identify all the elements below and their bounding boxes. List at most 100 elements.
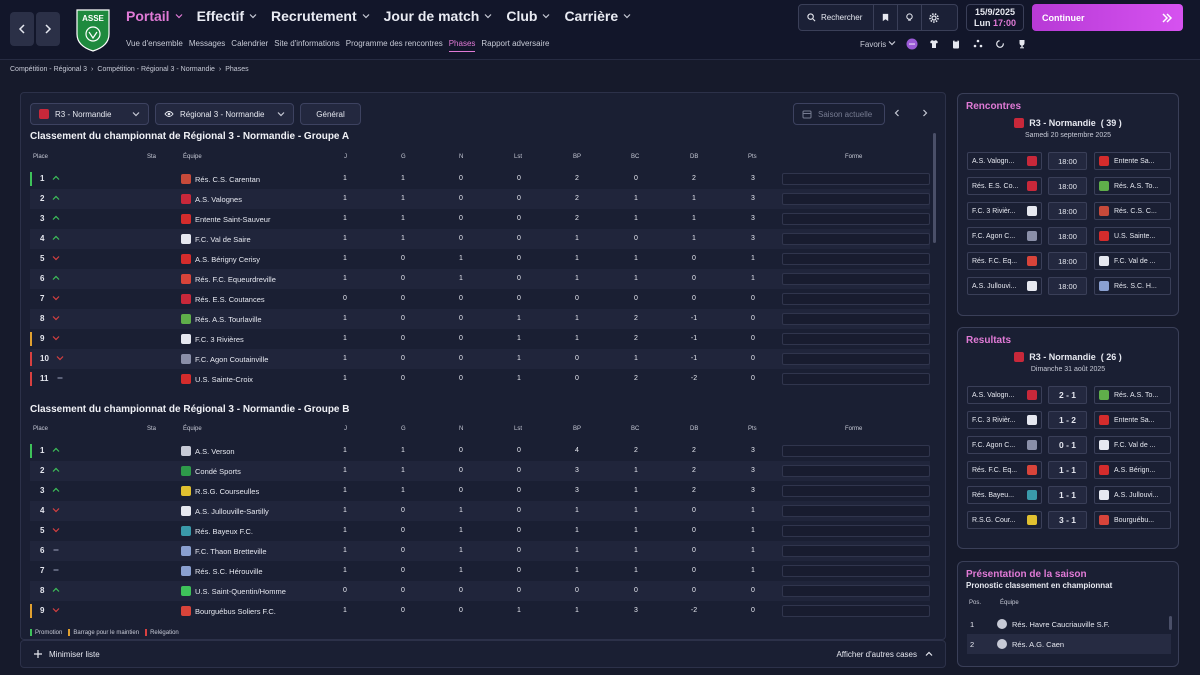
table-row[interactable]: 9 Bourguébus Soliers F.C. 1 0 0 1 1 3 -2 0 bbox=[30, 601, 930, 621]
away-team[interactable]: Rés. A.S. To... bbox=[1094, 177, 1171, 195]
table-row[interactable]: 10 F.C. Agon Coutainville 1 0 0 1 0 1 -1 0 bbox=[30, 349, 930, 369]
forward-button[interactable] bbox=[36, 12, 60, 46]
table-row[interactable]: 3 Entente Saint-Sauveur 1 1 0 0 2 1 1 3 bbox=[30, 209, 930, 229]
presentation-title[interactable]: Présentation de la saison bbox=[966, 569, 1087, 580]
team-name[interactable]: U.S. Sainte-Croix bbox=[195, 375, 253, 384]
team-name[interactable]: Rés. F.C. Equeurdreville bbox=[195, 275, 276, 284]
col-lst[interactable]: Lst bbox=[514, 426, 522, 432]
rencontres-title[interactable]: Rencontres bbox=[966, 101, 1021, 112]
nav-recrutement[interactable]: Recrutement bbox=[271, 8, 370, 24]
match-row[interactable]: R.S.G. Cour... 3 - 1 Bourguébu... bbox=[967, 511, 1171, 529]
match-row[interactable]: F.C. Agon C... 0 - 1 F.C. Val de ... bbox=[967, 436, 1171, 454]
col-lst[interactable]: Lst bbox=[514, 154, 522, 160]
team-name[interactable]: F.C. Thaon Bretteville bbox=[195, 547, 267, 556]
subnav-calendrier[interactable]: Calendrier bbox=[231, 39, 268, 52]
away-team[interactable]: Rés. A.S. To... bbox=[1094, 386, 1171, 404]
team-name[interactable]: U.S. Saint-Quentin/Homme bbox=[195, 587, 286, 596]
col-g[interactable]: G bbox=[401, 154, 406, 160]
club-logo[interactable]: ASSE bbox=[74, 8, 112, 52]
table-row[interactable]: 2 Condé Sports 1 1 0 0 3 1 2 3 bbox=[30, 461, 930, 481]
col-place[interactable]: Place bbox=[33, 154, 48, 160]
home-team[interactable]: Rés. F.C. Eq... bbox=[967, 461, 1042, 479]
scout-button[interactable] bbox=[898, 5, 922, 30]
col-bp[interactable]: BP bbox=[573, 154, 581, 160]
subnav-phases[interactable]: Phases bbox=[448, 39, 476, 52]
away-team[interactable]: Entente Sa... bbox=[1094, 152, 1171, 170]
away-team[interactable]: F.C. Val de ... bbox=[1094, 436, 1171, 454]
col-forme[interactable]: Forme bbox=[845, 426, 862, 432]
settings-button[interactable] bbox=[922, 5, 946, 30]
nav-carriere[interactable]: Carrière bbox=[564, 8, 631, 24]
trophy-icon[interactable] bbox=[1016, 38, 1028, 50]
team-name[interactable]: Rés. Bayeux F.C. bbox=[195, 527, 253, 536]
col-bc[interactable]: BC bbox=[631, 426, 639, 432]
home-team[interactable]: A.S. Jullouvi... bbox=[967, 277, 1042, 295]
nav-jour-de-match[interactable]: Jour de match bbox=[384, 8, 493, 24]
minimize-list-button[interactable]: Minimiser liste bbox=[33, 649, 100, 659]
next-season-button[interactable] bbox=[919, 107, 931, 119]
match-row[interactable]: A.S. Jullouvi... 18:00 Rés. S.C. H... bbox=[967, 277, 1171, 295]
team-name[interactable]: A.S. Valognes bbox=[195, 195, 242, 204]
prev-season-button[interactable] bbox=[891, 107, 903, 119]
table-row[interactable]: 8 U.S. Saint-Quentin/Homme 0 0 0 0 0 0 0 0 bbox=[30, 581, 930, 601]
col-j[interactable]: J bbox=[344, 426, 347, 432]
team-name[interactable]: A.S. Jullouville-Sartilly bbox=[195, 507, 269, 516]
table-row[interactable]: 6 Rés. F.C. Equeurdreville 1 0 1 0 1 1 0 1 bbox=[30, 269, 930, 289]
col-bc[interactable]: BC bbox=[631, 154, 639, 160]
col-g[interactable]: G bbox=[401, 426, 406, 432]
continue-button[interactable]: Continuer bbox=[1032, 4, 1183, 31]
home-team[interactable]: F.C. 3 Rivièr... bbox=[967, 202, 1042, 220]
nav-portail[interactable]: Portail bbox=[126, 8, 183, 24]
team-name[interactable]: A.S. Bérigny Cerisy bbox=[195, 255, 260, 264]
breadcrumb-item[interactable]: Compétition - Régional 3 - Normandie bbox=[97, 66, 215, 73]
col-place[interactable]: Place bbox=[33, 426, 48, 432]
presentation-scrollbar[interactable] bbox=[1169, 616, 1172, 630]
away-team[interactable]: Rés. S.C. H... bbox=[1094, 277, 1171, 295]
table-row[interactable]: 1 Rés. C.S. Carentan 1 1 0 0 2 0 2 3 bbox=[30, 169, 930, 189]
home-team[interactable]: Rés. F.C. Eq... bbox=[967, 252, 1042, 270]
team-name[interactable]: Rés. S.C. Hérouville bbox=[195, 567, 263, 576]
col-db[interactable]: DB bbox=[690, 426, 698, 432]
col-bp[interactable]: BP bbox=[573, 426, 581, 432]
subnav-messages[interactable]: Messages bbox=[189, 39, 225, 52]
match-row[interactable]: Rés. E.S. Co... 18:00 Rés. A.S. To... bbox=[967, 177, 1171, 195]
col-forme[interactable]: Forme bbox=[845, 154, 862, 160]
team-name[interactable]: A.S. Verson bbox=[195, 447, 235, 456]
list-item[interactable]: 2 Rés. A.G. Caen bbox=[967, 634, 1171, 654]
table-row[interactable]: 5 A.S. Bérigny Cerisy 1 0 1 0 1 1 0 1 bbox=[30, 249, 930, 269]
clipboard-icon[interactable] bbox=[950, 38, 962, 50]
away-team[interactable]: U.S. Sainte... bbox=[1094, 227, 1171, 245]
nav-club[interactable]: Club bbox=[506, 8, 550, 24]
col-sta[interactable]: Sta bbox=[147, 426, 156, 432]
table-row[interactable]: 11 U.S. Sainte-Croix 1 0 0 1 0 2 -2 0 bbox=[30, 369, 930, 389]
table-row[interactable]: 9 F.C. 3 Rivières 1 0 0 1 1 2 -1 0 bbox=[30, 329, 930, 349]
date-display[interactable]: 15/9/2025 Lun 17:00 bbox=[966, 4, 1024, 31]
view-select[interactable]: Régional 3 - Normandie bbox=[155, 103, 294, 125]
tactics-icon[interactable] bbox=[972, 38, 984, 50]
home-team[interactable]: Rés. Bayeu... bbox=[967, 486, 1042, 504]
match-row[interactable]: A.S. Valogn... 2 - 1 Rés. A.S. To... bbox=[967, 386, 1171, 404]
team-name[interactable]: Entente Saint-Sauveur bbox=[195, 215, 270, 224]
col-pts[interactable]: Pts bbox=[748, 426, 757, 432]
team-name[interactable]: R.S.G. Courseulles bbox=[195, 487, 259, 496]
subnav-vue-ensemble[interactable]: Vue d'ensemble bbox=[126, 39, 183, 52]
table-row[interactable]: 7 Rés. S.C. Hérouville 1 0 1 0 1 1 0 1 bbox=[30, 561, 930, 581]
table-row[interactable]: 8 Rés. A.S. Tourlaville 1 0 0 1 1 2 -1 0 bbox=[30, 309, 930, 329]
match-row[interactable]: F.C. Agon C... 18:00 U.S. Sainte... bbox=[967, 227, 1171, 245]
team-name[interactable]: F.C. 3 Rivières bbox=[195, 335, 244, 344]
subnav-site-informations[interactable]: Site d'informations bbox=[274, 39, 340, 52]
col-j[interactable]: J bbox=[344, 154, 347, 160]
list-item[interactable]: 1 Rés. Havre Caucriauville S.F. bbox=[967, 614, 1171, 634]
away-team[interactable]: A.S. Jullouvi... bbox=[1094, 486, 1171, 504]
home-team[interactable]: A.S. Valogn... bbox=[967, 152, 1042, 170]
chat-icon[interactable] bbox=[906, 38, 918, 50]
col-pts[interactable]: Pts bbox=[748, 154, 757, 160]
team-name[interactable]: F.C. Agon Coutainville bbox=[195, 355, 268, 364]
away-team[interactable]: Bourguébu... bbox=[1094, 511, 1171, 529]
col-db[interactable]: DB bbox=[690, 154, 698, 160]
table-row[interactable]: 1 A.S. Verson 1 1 0 0 4 2 2 3 bbox=[30, 441, 930, 461]
subnav-programme[interactable]: Programme des rencontres bbox=[346, 39, 443, 52]
resultats-title[interactable]: Resultats bbox=[966, 335, 1011, 346]
general-button[interactable]: Général bbox=[300, 103, 361, 125]
table-row[interactable]: 2 A.S. Valognes 1 1 0 0 2 1 1 3 bbox=[30, 189, 930, 209]
